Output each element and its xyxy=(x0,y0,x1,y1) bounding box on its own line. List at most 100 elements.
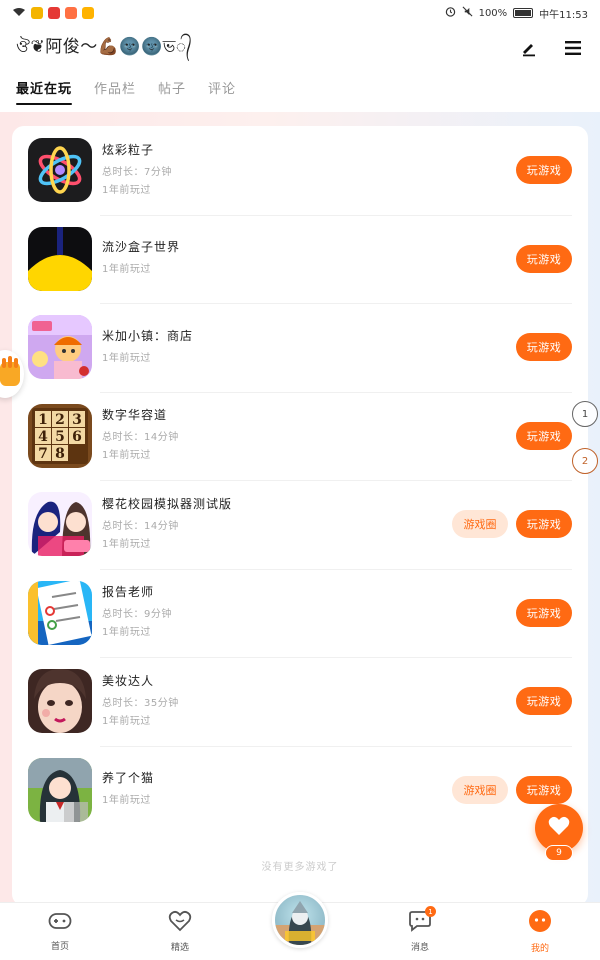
list-item[interactable]: 123 456 78 数字华容道 总时长：14分钟 1年前玩过 玩游戏 xyxy=(12,391,588,481)
heart-chat-icon xyxy=(168,910,192,936)
tab-recent-play[interactable]: 最近在玩 xyxy=(16,78,73,105)
notification-app-icon xyxy=(65,7,77,19)
play-game-button[interactable]: 玩游戏 xyxy=(516,510,572,539)
last-played: 1年前玩过 xyxy=(102,795,151,807)
toca-shop-icon[interactable] xyxy=(28,315,92,380)
game-info: 养了个猫 1年前玩过 xyxy=(102,769,154,810)
particle-atom-icon[interactable] xyxy=(28,138,92,203)
sakura-school-icon[interactable] xyxy=(28,492,92,557)
edit-icon[interactable] xyxy=(518,37,540,59)
cat-game-icon[interactable] xyxy=(28,757,92,822)
play-duration: 总时长：35分钟 xyxy=(102,697,179,709)
tab-works[interactable]: 作品栏 xyxy=(94,78,136,105)
play-game-button[interactable]: 玩游戏 xyxy=(516,421,572,450)
last-played: 1年前玩过 xyxy=(102,352,151,364)
notification-app-icon xyxy=(31,7,43,19)
row-actions: 玩游戏 xyxy=(516,687,572,716)
game-name: 樱花校园模拟器测试版 xyxy=(102,496,233,511)
center-avatar[interactable] xyxy=(272,892,328,948)
notification-app-icon xyxy=(82,7,94,19)
svg-text:7: 7 xyxy=(38,446,48,462)
nav-home[interactable]: 首页 xyxy=(0,903,120,960)
heart-count-badge: 9 xyxy=(545,845,573,861)
game-info: 报告老师 总时长：9分钟 1年前玩过 xyxy=(102,583,172,642)
profile-face-icon xyxy=(528,909,552,937)
sand-pyramid-icon[interactable] xyxy=(28,226,92,291)
play-game-button[interactable]: 玩游戏 xyxy=(516,333,572,362)
wifi-icon xyxy=(12,7,26,20)
status-left xyxy=(12,7,94,20)
game-circle-button[interactable]: 游戏圈 xyxy=(452,775,508,804)
header-actions xyxy=(518,37,584,59)
play-game-button[interactable]: 玩游戏 xyxy=(516,244,572,273)
play-duration: 总时长：14分钟 xyxy=(102,520,179,532)
svg-text:2: 2 xyxy=(55,412,65,428)
play-duration: 总时长：14分钟 xyxy=(102,432,179,444)
list-item[interactable]: 流沙盒子世界 1年前玩过 玩游戏 xyxy=(12,214,588,304)
clock: 中午11:53 xyxy=(539,9,588,21)
game-name: 流沙盒子世界 xyxy=(102,240,181,255)
heart-icon xyxy=(548,816,570,840)
last-played: 1年前玩过 xyxy=(102,538,151,550)
nav-label: 消息 xyxy=(410,943,429,953)
games-card: 炫彩粒子 总时长：7分钟 1年前玩过 玩游戏 流沙盒子世界 1年前玩过 玩游戏 … xyxy=(12,126,588,906)
side-marker-1[interactable]: 1 xyxy=(572,401,598,427)
status-right: 100% 中午11:53 xyxy=(445,6,588,21)
game-name: 数字华容道 xyxy=(102,408,168,423)
row-actions: 玩游戏 xyxy=(516,156,572,185)
list-item[interactable]: 炫彩粒子 总时长：7分钟 1年前玩过 玩游戏 xyxy=(12,126,588,215)
game-name: 报告老师 xyxy=(102,585,155,600)
side-marker-2[interactable]: 2 xyxy=(572,448,598,474)
no-more-games-text: 没有更多游戏了 xyxy=(261,862,339,873)
game-name: 米加小镇：商店 xyxy=(102,328,194,343)
game-name: 美妆达人 xyxy=(102,673,155,688)
side-marker-label: 1 xyxy=(581,408,589,420)
nav-label: 首页 xyxy=(50,942,69,952)
mute-icon xyxy=(462,6,473,20)
list-item[interactable]: 美妆达人 总时长：35分钟 1年前玩过 玩游戏 xyxy=(12,657,588,746)
play-game-button[interactable]: 玩游戏 xyxy=(516,775,572,804)
svg-text:3: 3 xyxy=(72,412,82,428)
play-game-button[interactable]: 玩游戏 xyxy=(516,598,572,627)
list-item[interactable]: 养了个猫 1年前玩过 游戏圈 玩游戏 xyxy=(12,745,588,835)
nav-profile[interactable]: 我的 xyxy=(480,903,600,960)
makeup-icon[interactable] xyxy=(28,669,92,734)
battery-icon xyxy=(513,8,534,18)
nav-featured[interactable]: 精选 xyxy=(120,903,240,960)
notification-app-icon xyxy=(48,7,60,19)
report-teacher-icon[interactable] xyxy=(28,580,92,645)
list-item[interactable]: 报告老师 总时长：9分钟 1年前玩过 玩游戏 xyxy=(12,568,588,658)
svg-text:6: 6 xyxy=(72,429,82,445)
svg-text:5: 5 xyxy=(55,429,65,445)
number-puzzle-icon[interactable]: 123 456 78 xyxy=(28,403,92,468)
play-game-button[interactable]: 玩游戏 xyxy=(516,687,572,716)
last-played: 1年前玩过 xyxy=(102,627,151,639)
play-duration: 总时长：7分钟 xyxy=(102,166,172,178)
nav-messages[interactable]: 1 消息 xyxy=(360,903,480,960)
svg-text:4: 4 xyxy=(38,429,48,445)
tab-posts[interactable]: 帖子 xyxy=(158,78,186,105)
screen: 100% 中午11:53 ঔ❦阿俊〜💪🏾🌚🌚ভ᭄ 最近在玩 作品栏 帖子 评论 xyxy=(0,0,600,960)
battery-percent: 100% xyxy=(478,7,508,19)
alarm-icon xyxy=(445,6,456,20)
game-info: 流沙盒子世界 1年前玩过 xyxy=(102,238,180,279)
nav-label: 精选 xyxy=(170,943,189,953)
game-circle-button[interactable]: 游戏圈 xyxy=(452,510,508,539)
row-actions: 玩游戏 xyxy=(516,244,572,273)
gamepad-icon xyxy=(48,911,72,935)
row-actions: 游戏圈 玩游戏 xyxy=(452,775,572,804)
list-item[interactable]: 米加小镇：商店 1年前玩过 玩游戏 xyxy=(12,303,588,392)
tab-comments[interactable]: 评论 xyxy=(208,78,236,105)
row-actions: 玩游戏 xyxy=(516,421,572,450)
game-info: 樱花校园模拟器测试版 总时长：14分钟 1年前玩过 xyxy=(102,495,232,554)
game-info: 数字华容道 总时长：14分钟 1年前玩过 xyxy=(102,406,179,465)
nav-label: 我的 xyxy=(530,944,549,954)
status-bar: 100% 中午11:53 xyxy=(0,0,600,26)
game-info: 炫彩粒子 总时长：7分钟 1年前玩过 xyxy=(102,141,172,200)
list-item[interactable]: 樱花校园模拟器测试版 总时长：14分钟 1年前玩过 游戏圈 玩游戏 xyxy=(12,480,588,569)
game-name: 养了个猫 xyxy=(102,771,155,786)
game-info: 米加小镇：商店 1年前玩过 xyxy=(102,327,193,368)
play-game-button[interactable]: 玩游戏 xyxy=(516,156,572,185)
menu-icon[interactable] xyxy=(562,37,584,59)
play-duration: 总时长：9分钟 xyxy=(102,609,172,621)
